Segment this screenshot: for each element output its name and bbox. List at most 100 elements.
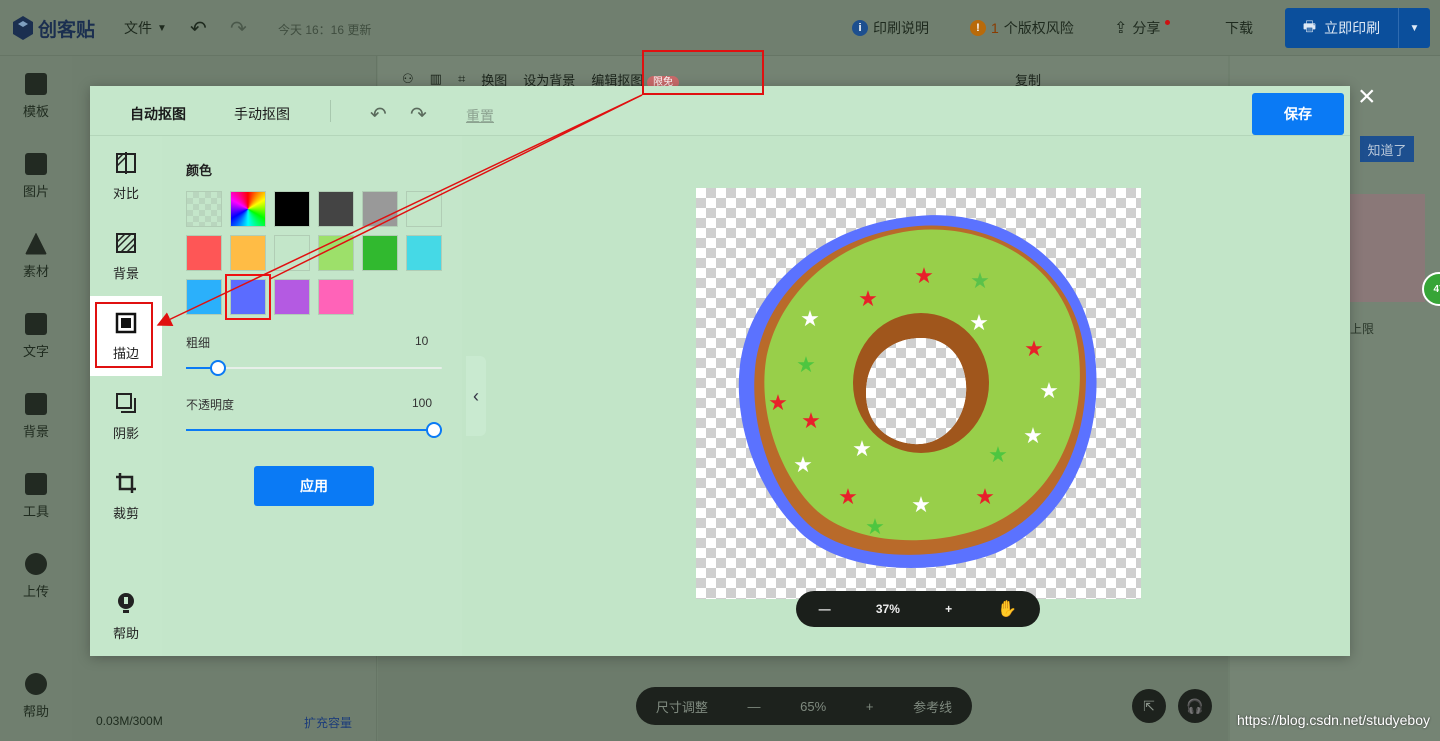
nav-label: 文字 <box>22 343 49 359</box>
svg-text:★: ★ <box>1023 423 1043 448</box>
reset-button[interactable]: 重置 <box>466 106 494 126</box>
notification-dot <box>1165 19 1171 25</box>
opacity-label: 不透明度 <box>186 398 235 412</box>
watermark: https://blog.csdn.net/studyeboy <box>1236 712 1430 728</box>
nav-background[interactable]: 背景 <box>0 376 72 456</box>
color-swatch[interactable] <box>318 235 354 271</box>
nav-label: 帮助 <box>22 703 49 719</box>
tool-crop[interactable]: 裁剪 <box>90 456 162 536</box>
apply-button[interactable]: 应用 <box>254 466 374 506</box>
compare-icon <box>116 151 136 174</box>
hatch-icon <box>116 232 136 253</box>
color-swatch[interactable] <box>186 279 222 315</box>
svg-text:★: ★ <box>988 442 1008 467</box>
download-button[interactable]: 下载 <box>1225 18 1253 38</box>
nav-templates[interactable]: 模板 <box>0 56 72 136</box>
limit-hint: 上限 <box>1350 322 1375 336</box>
color-swatch[interactable] <box>225 274 271 320</box>
slider-knob[interactable] <box>210 360 226 376</box>
save-status: 今天 16：16 更新 <box>278 23 372 37</box>
svg-text:★: ★ <box>838 484 858 509</box>
nav-elements[interactable]: 素材 <box>0 216 72 296</box>
color-swatch[interactable] <box>186 235 222 271</box>
slider-knob[interactable] <box>426 422 442 438</box>
image-zoom-value: 37% <box>875 602 900 616</box>
color-swatch[interactable] <box>186 191 222 227</box>
redo-icon[interactable]: ↷ <box>410 102 427 127</box>
color-label: 颜色 <box>186 163 213 178</box>
thickness-label: 粗细 <box>186 336 211 350</box>
lightbulb-icon <box>118 592 134 613</box>
chart-icon[interactable]: ▥ <box>430 71 442 87</box>
print-info-link[interactable]: i 印刷说明 <box>852 18 929 38</box>
warning-icon: ! <box>970 20 986 36</box>
logo-icon <box>13 16 33 40</box>
color-swatch[interactable] <box>274 279 310 315</box>
svg-text:★: ★ <box>865 514 885 539</box>
svg-text:★: ★ <box>801 408 821 433</box>
tab-manual-cutout[interactable]: 手动抠图 <box>234 104 290 124</box>
svg-text:★: ★ <box>911 492 931 517</box>
undo-icon[interactable]: ↶ <box>370 102 387 127</box>
guides-button[interactable]: 参考线 <box>913 697 952 716</box>
app-logo[interactable]: 创客贴 <box>12 12 95 44</box>
color-swatch[interactable] <box>362 235 398 271</box>
zoom-in-icon[interactable]: + <box>866 699 874 714</box>
nav-label: 上传 <box>22 583 49 599</box>
opacity-slider[interactable] <box>186 420 442 440</box>
zoom-out-icon[interactable]: — <box>748 699 761 714</box>
close-icon[interactable]: × <box>1358 82 1376 112</box>
nav-tools[interactable]: 工具 <box>0 456 72 536</box>
got-it-button[interactable]: 知道了 <box>1360 136 1414 162</box>
headset-icon[interactable]: 🎧 <box>1178 689 1212 723</box>
collapse-panel-handle[interactable]: ‹ <box>466 356 486 436</box>
zoom-in-icon[interactable]: + <box>945 602 952 616</box>
zoom-out-icon[interactable]: — <box>819 602 831 616</box>
print-dropdown-icon[interactable]: ▼ <box>1398 8 1430 48</box>
save-button[interactable]: 保存 <box>1252 93 1344 135</box>
file-menu[interactable]: 文件 ▼ <box>124 18 167 38</box>
resize-button[interactable]: 尺寸调整 <box>656 697 708 716</box>
share-button[interactable]: ⇪ 分享 <box>1114 18 1171 38</box>
background-icon <box>25 392 47 415</box>
tab-auto-cutout[interactable]: 自动抠图 <box>130 104 186 124</box>
top-bar: 创客贴 文件 ▼ ↶ ↷ 今天 16：16 更新 i 印刷说明 ! 1 个版权风险 ⇪ 分… <box>0 0 1440 56</box>
expand-storage-link[interactable]: 扩充容量 <box>304 714 352 731</box>
back-to-top-icon[interactable]: ⇱ <box>1132 689 1166 723</box>
nav-upload[interactable]: 上传 <box>0 536 72 616</box>
color-swatch[interactable] <box>274 191 310 227</box>
shadow-icon <box>116 392 136 413</box>
nav-help[interactable]: 帮助 <box>0 656 72 736</box>
color-swatch[interactable] <box>230 235 266 271</box>
crop-icon[interactable]: ⌗ <box>458 71 465 87</box>
thickness-slider[interactable] <box>186 358 442 378</box>
hand-pan-icon[interactable]: ✋ <box>997 599 1017 619</box>
tool-compare[interactable]: 对比 <box>90 136 162 216</box>
color-swatch[interactable] <box>406 235 442 271</box>
color-swatch[interactable] <box>362 191 398 227</box>
tool-help[interactable]: 帮助 <box>90 576 162 656</box>
filter-icon[interactable]: ⚇ <box>402 71 414 87</box>
undo-icon[interactable]: ↶ <box>190 16 207 41</box>
color-swatch[interactable] <box>406 191 442 227</box>
stroke-options-panel: 颜色 粗细 10 不透明度 100 应用 <box>162 136 462 656</box>
svg-text:★: ★ <box>858 286 878 311</box>
color-swatches <box>186 191 446 321</box>
color-swatch[interactable] <box>230 191 266 227</box>
tool-shadow[interactable]: 阴影 <box>90 376 162 456</box>
color-swatch[interactable] <box>274 235 310 271</box>
nav-text[interactable]: 文字 <box>0 296 72 376</box>
color-swatch[interactable] <box>318 279 354 315</box>
tool-label: 阴影 <box>112 425 139 441</box>
editor-tool-sidebar: 对比 背景 描边 阴影 裁剪 帮助 <box>90 136 162 656</box>
nav-label: 背景 <box>22 423 49 439</box>
copyright-risk-link[interactable]: ! 1 个版权风险 <box>970 18 1074 38</box>
slider-fill <box>186 367 212 369</box>
tool-label: 裁剪 <box>112 505 139 521</box>
color-swatch[interactable] <box>318 191 354 227</box>
redo-icon[interactable]: ↷ <box>230 16 247 41</box>
print-now-button[interactable]: 🖶 立即印刷 ▼ <box>1285 8 1430 48</box>
nav-images[interactable]: 图片 <box>0 136 72 216</box>
svg-text:★: ★ <box>852 436 872 461</box>
tool-background[interactable]: 背景 <box>90 216 162 296</box>
